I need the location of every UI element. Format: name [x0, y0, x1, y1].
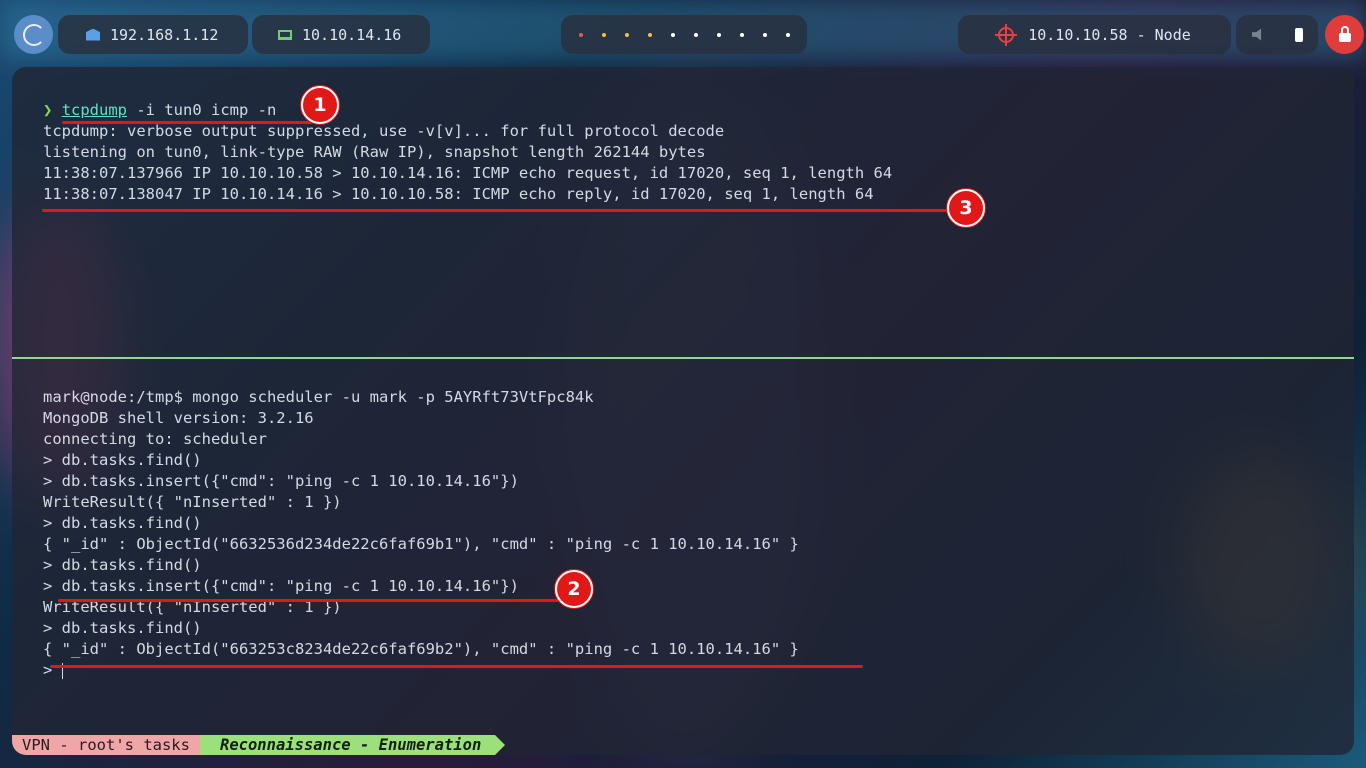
workspace-switcher[interactable]	[561, 15, 807, 54]
ethernet-icon	[86, 28, 100, 41]
workspace-dot[interactable]	[762, 32, 767, 37]
workspace-dot[interactable]	[785, 32, 790, 37]
terminal-output-line: 11:38:07.138047 IP 10.10.14.16 > 10.10.1…	[43, 185, 874, 203]
speaker-muted-icon[interactable]	[1251, 28, 1262, 41]
terminal-input-line[interactable]: >	[43, 660, 63, 681]
prompt-symbol: ❯	[43, 101, 53, 119]
system-tray	[1236, 15, 1318, 54]
terminal-output-line: { "_id" : ObjectId("6632536d234de22c6faf…	[43, 535, 799, 553]
terminal-output-line: mark@node:/tmp$ mongo scheduler -u mark …	[43, 388, 594, 406]
highlight-underline	[50, 665, 863, 668]
prompt-line: ❯ tcpdump -i tun0 icmp -n	[43, 100, 276, 121]
lock-button[interactable]	[1325, 15, 1364, 54]
workspace-dot[interactable]	[739, 32, 744, 37]
terminal-output-line: tcpdump: verbose output suppressed, use …	[43, 122, 725, 140]
target-text: 10.10.10.58 - Node	[1028, 25, 1191, 44]
highlight-underline	[42, 209, 962, 212]
annotation-badge: 3	[947, 189, 985, 227]
workspace-dot[interactable]	[716, 32, 721, 37]
terminal-output-line: > db.tasks.find()	[43, 451, 202, 469]
command-name: tcpdump	[61, 101, 128, 119]
terminal-pane-top[interactable]: ❯ tcpdump -i tun0 icmp -n tcpdump: verbo…	[12, 67, 1354, 357]
laptop-icon	[278, 29, 292, 40]
annotation-badge: 2	[555, 570, 593, 608]
workspace-dot[interactable]	[670, 32, 675, 37]
vpn-ip-text: 10.10.14.16	[302, 25, 402, 44]
lock-icon	[1338, 25, 1351, 42]
window-name[interactable]: Reconnaissance - Enumeration	[199, 735, 506, 755]
terminal-output-line: 11:38:07.137966 IP 10.10.10.58 > 10.10.1…	[43, 164, 893, 182]
vpn-ip-widget[interactable]: 10.10.14.16	[252, 15, 430, 54]
battery-icon[interactable]	[1294, 27, 1303, 42]
terminal-output-line: > db.tasks.find()	[43, 556, 202, 574]
terminal-output-line: { "_id" : ObjectId("663253c8234de22c6faf…	[43, 640, 799, 658]
session-name[interactable]: VPN - root's tasks	[12, 735, 210, 755]
workspace-dot[interactable]	[693, 32, 698, 37]
workspace-dot[interactable]	[647, 32, 652, 37]
terminal-output-line: connecting to: scheduler	[43, 430, 267, 448]
app-menu-button[interactable]	[14, 15, 53, 54]
terminal-output-line: > db.tasks.insert({"cmd": "ping -c 1 10.…	[43, 472, 519, 490]
crosshair-icon	[995, 23, 1018, 46]
terminal-pane-bottom[interactable]: mark@node:/tmp$ mongo scheduler -u mark …	[12, 359, 1354, 729]
top-panel: 192.168.1.12 10.10.14.16 10.10.10.58 - N…	[0, 0, 1366, 66]
highlight-underline	[62, 121, 312, 124]
terminal-output-line: > db.tasks.insert({"cmd": "ping -c 1 10.…	[43, 577, 519, 595]
terminal-output-line: WriteResult({ "nInserted" : 1 })	[43, 493, 342, 511]
local-ip-widget[interactable]: 192.168.1.12	[58, 15, 248, 54]
workspace-dot[interactable]	[624, 32, 629, 37]
highlight-underline	[58, 599, 563, 602]
tmux-status-bar: VPN - root's tasks Reconnaissance - Enum…	[12, 735, 506, 755]
target-widget[interactable]: 10.10.10.58 - Node	[958, 15, 1231, 54]
workspace-dot[interactable]	[601, 32, 606, 37]
local-ip-text: 192.168.1.12	[110, 25, 219, 44]
terminal-window[interactable]: ❯ tcpdump -i tun0 icmp -n tcpdump: verbo…	[12, 67, 1354, 755]
annotation-badge: 1	[301, 86, 339, 124]
terminal-output-line: listening on tun0, link-type RAW (Raw IP…	[43, 143, 706, 161]
terminal-output-line: MongoDB shell version: 3.2.16	[43, 409, 314, 427]
debian-swirl-icon	[22, 23, 45, 46]
terminal-output-line: > db.tasks.find()	[43, 514, 202, 532]
command-args: -i tun0 icmp -n	[127, 101, 277, 119]
workspace-dot[interactable]	[578, 32, 583, 37]
shell-prompt: >	[43, 661, 62, 679]
terminal-output-line: > db.tasks.find()	[43, 619, 202, 637]
